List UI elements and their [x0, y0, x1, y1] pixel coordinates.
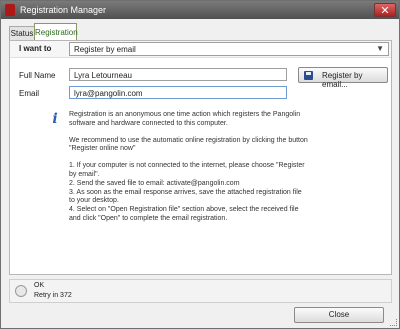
- registration-method-value: Register by email: [74, 45, 136, 54]
- instructions-steps: 1. If your computer is not connected to …: [69, 162, 305, 222]
- info-icon: i: [52, 111, 58, 127]
- registration-method-dropdown[interactable]: Register by email ▼: [69, 42, 389, 56]
- chevron-down-icon[interactable]: ▼: [376, 44, 384, 53]
- tab-registration[interactable]: Registration: [34, 23, 78, 41]
- window-title: Registration Manager: [20, 5, 107, 15]
- retry-countdown: Retry in 372: [34, 292, 72, 299]
- status-indicator-icon: [15, 285, 27, 297]
- register-by-email-label: Register by email...: [322, 71, 363, 89]
- registration-panel: I want to Register by email ▼ Full Name …: [9, 40, 392, 275]
- app-icon: [5, 4, 15, 16]
- instructions-paragraph: Registration is an anonymous one time ac…: [69, 111, 301, 127]
- i-want-to-row: I want to Register by email ▼: [10, 41, 391, 58]
- i-want-to-label: I want to: [19, 44, 52, 53]
- status-bar: OK Retry in 372: [9, 279, 392, 303]
- close-icon[interactable]: ✕: [374, 3, 396, 17]
- tab-status[interactable]: Status: [9, 26, 35, 40]
- instructions-paragraph: We recommend to use the automatic online…: [69, 136, 308, 153]
- registration-instructions: Registration is an anonymous one time ac…: [69, 111, 309, 232]
- status-state: OK: [34, 282, 45, 289]
- resize-grip-icon[interactable]: [390, 319, 397, 326]
- title-bar[interactable]: Registration Manager ✕: [1, 1, 399, 19]
- save-disk-icon: [304, 71, 313, 80]
- registration-manager-window: Registration Manager ✕ Status Registrati…: [0, 0, 400, 329]
- full-name-value: Lyra Letourneau: [74, 71, 132, 80]
- close-button[interactable]: Close: [294, 307, 384, 323]
- email-field[interactable]: lyra@pangolin.com: [69, 86, 287, 99]
- register-by-email-button[interactable]: Register by email...: [298, 67, 388, 89]
- email-label: Email: [19, 89, 40, 98]
- full-name-field[interactable]: Lyra Letourneau: [69, 68, 287, 81]
- email-value: lyra@pangolin.com: [74, 89, 143, 98]
- full-name-label: Full Name: [19, 71, 56, 80]
